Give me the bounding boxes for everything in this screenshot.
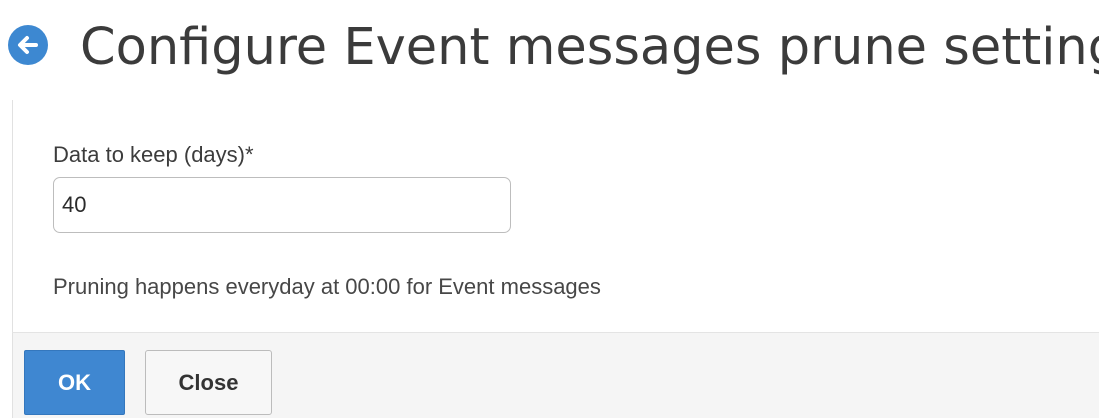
page-title: Configure Event messages prune settings xyxy=(80,18,1099,77)
ok-button[interactable]: OK xyxy=(24,350,125,415)
pruning-info-text: Pruning happens everyday at 00:00 for Ev… xyxy=(53,274,601,299)
form-panel: Data to keep (days)* Pruning happens eve… xyxy=(12,100,1099,332)
back-arrow-icon xyxy=(18,36,38,54)
close-button[interactable]: Close xyxy=(145,350,272,415)
page-header: Configure Event messages prune settings xyxy=(0,0,1099,100)
data-to-keep-input[interactable] xyxy=(53,177,511,233)
dialog-footer: OK Close xyxy=(12,332,1099,418)
back-button[interactable] xyxy=(8,25,48,65)
data-to-keep-label: Data to keep (days)* xyxy=(53,142,254,167)
dialog-page: Configure Event messages prune settings … xyxy=(0,0,1099,418)
